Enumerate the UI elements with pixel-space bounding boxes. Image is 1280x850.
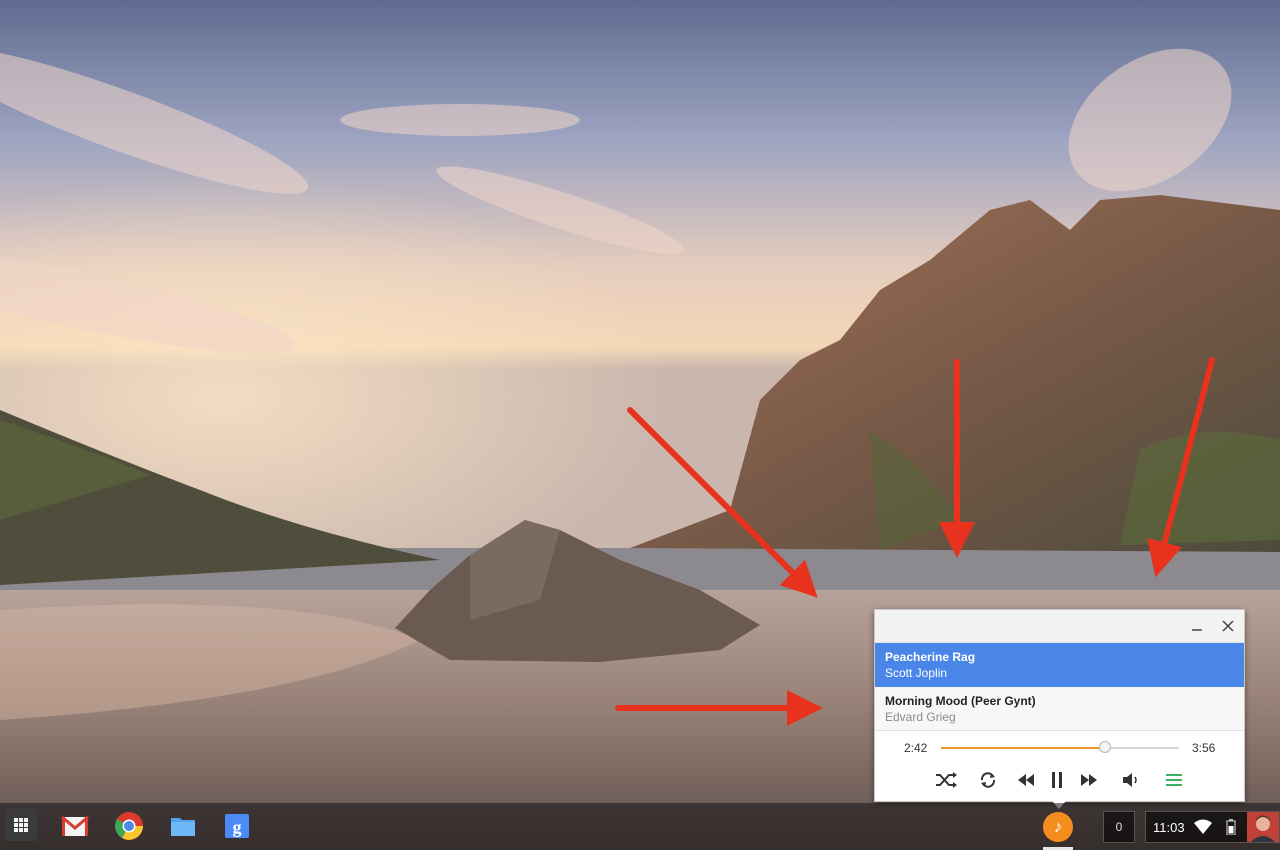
- files-icon[interactable]: [166, 809, 200, 843]
- seek-bar-fill: [941, 747, 1106, 749]
- svg-text:g: g: [233, 817, 242, 837]
- audio-player-window: Peacherine Rag Scott Joplin Morning Mood…: [874, 609, 1245, 802]
- track-title: Morning Mood (Peer Gynt): [885, 694, 1036, 708]
- minimize-icon[interactable]: [1187, 616, 1207, 636]
- battery-icon: [1226, 819, 1236, 835]
- notification-count[interactable]: 0: [1103, 811, 1135, 843]
- status-area[interactable]: 11:03: [1145, 811, 1280, 843]
- shuffle-icon[interactable]: [933, 767, 959, 793]
- gmail-icon[interactable]: [58, 809, 92, 843]
- close-icon[interactable]: [1218, 616, 1238, 636]
- avatar: [1247, 812, 1279, 842]
- music-tray-icon[interactable]: ♪: [1043, 812, 1073, 842]
- rewind-icon[interactable]: [1013, 767, 1039, 793]
- chrome-icon[interactable]: [112, 809, 146, 843]
- playback-controls: [875, 761, 1244, 801]
- repeat-icon[interactable]: [975, 767, 1001, 793]
- track-artist: Scott Joplin: [885, 666, 948, 680]
- fast-forward-icon[interactable]: [1076, 767, 1102, 793]
- wifi-icon: [1194, 819, 1212, 834]
- app-launcher-icon[interactable]: [5, 809, 37, 841]
- volume-icon[interactable]: [1118, 767, 1144, 793]
- shelf: g ♪ 0 11:03: [0, 803, 1280, 850]
- progress-row: 2:42 3:56: [875, 731, 1244, 761]
- seek-bar-thumb[interactable]: [1099, 741, 1112, 753]
- player-titlebar[interactable]: [875, 610, 1244, 643]
- current-time: 2:42: [904, 741, 928, 755]
- total-time: 3:56: [1192, 741, 1216, 755]
- seek-bar[interactable]: [941, 741, 1179, 753]
- playlist-track-active[interactable]: Peacherine Rag Scott Joplin: [875, 643, 1244, 687]
- track-title: Peacherine Rag: [885, 650, 976, 664]
- clock: 11:03: [1153, 820, 1185, 835]
- google-search-icon[interactable]: g: [220, 809, 254, 843]
- playlist-icon[interactable]: [1161, 767, 1187, 793]
- track-artist: Edvard Grieg: [885, 710, 956, 724]
- playlist-track[interactable]: Morning Mood (Peer Gynt) Edvard Grieg: [875, 687, 1244, 731]
- pause-icon[interactable]: [1044, 767, 1070, 793]
